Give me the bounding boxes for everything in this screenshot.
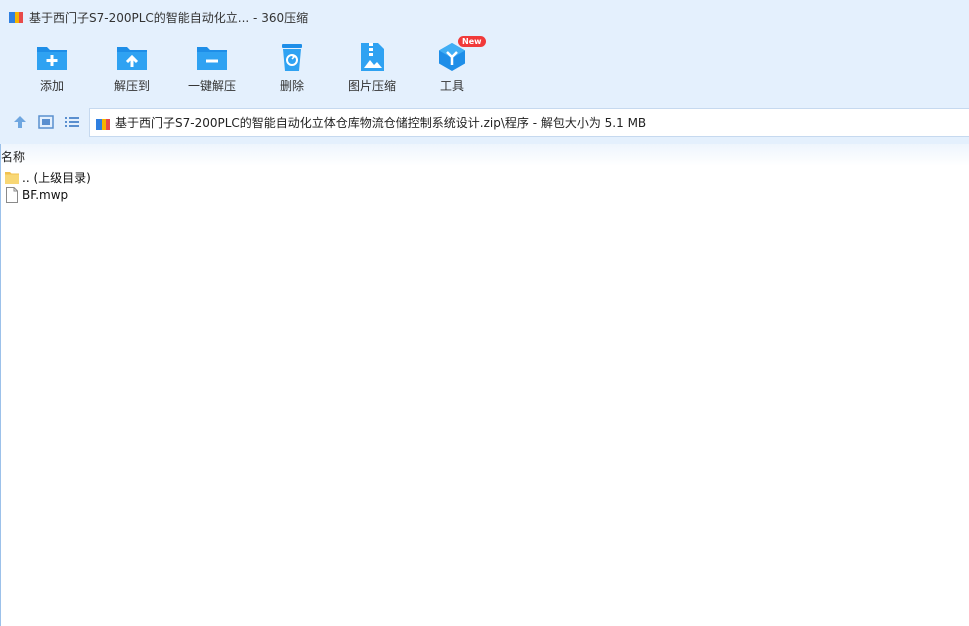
title-bar: 基于西门子S7-200PLC的智能自动化立... - 360压缩 xyxy=(0,0,969,34)
add-folder-icon xyxy=(37,47,67,70)
list-header: 名称 xyxy=(0,144,969,166)
navigation-bar: 基于西门子S7-200PLC的智能自动化立体仓库物流仓储控制系统设计.zip\程… xyxy=(0,100,969,144)
one-click-extract-button[interactable]: 一键解压 xyxy=(176,38,248,96)
extract-to-button[interactable]: 解压到 xyxy=(96,38,168,96)
column-header-name[interactable]: 名称 xyxy=(1,148,25,165)
list-item-label: .. (上级目录) xyxy=(22,170,91,185)
image-compress-label: 图片压缩 xyxy=(347,79,396,93)
tools-button[interactable]: New 工具 xyxy=(416,36,488,96)
up-arrow-icon[interactable] xyxy=(11,113,29,131)
list-item-parent-directory[interactable]: .. (上级目录) xyxy=(0,168,969,186)
folder-icon xyxy=(5,169,19,185)
add-button[interactable]: 添加 xyxy=(16,38,88,96)
file-list: .. (上级目录) BF.mwp xyxy=(0,168,969,204)
image-compress-button[interactable]: 图片压缩 xyxy=(336,38,408,96)
list-view-icon[interactable] xyxy=(63,113,81,131)
list-item-file[interactable]: BF.mwp xyxy=(0,186,969,204)
add-label: 添加 xyxy=(39,79,64,93)
thumbnail-view-icon[interactable] xyxy=(37,113,55,131)
path-input[interactable]: 基于西门子S7-200PLC的智能自动化立体仓库物流仓储控制系统设计.zip\程… xyxy=(89,108,969,137)
extract-to-label: 解压到 xyxy=(113,79,150,93)
archive-app-icon xyxy=(9,10,23,24)
toolbar: 添加 解压到 一键解压 删除 图片压缩 New 工具 xyxy=(0,34,969,100)
delete-button[interactable]: 删除 xyxy=(256,38,328,96)
zip-archive-icon xyxy=(96,116,110,130)
new-badge: New xyxy=(458,36,486,47)
one-click-extract-icon xyxy=(197,47,227,70)
extract-to-icon xyxy=(117,47,147,70)
window-title: 基于西门子S7-200PLC的智能自动化立... - 360压缩 xyxy=(29,10,309,25)
path-text: 基于西门子S7-200PLC的智能自动化立体仓库物流仓储控制系统设计.zip\程… xyxy=(115,116,647,130)
delete-icon xyxy=(282,44,302,71)
tools-label: 工具 xyxy=(439,79,464,93)
delete-label: 删除 xyxy=(279,79,304,93)
list-item-label: BF.mwp xyxy=(22,188,69,202)
image-compress-icon xyxy=(361,43,384,71)
file-icon xyxy=(5,187,19,203)
panel-border xyxy=(0,144,1,626)
one-click-extract-label: 一键解压 xyxy=(187,79,236,93)
